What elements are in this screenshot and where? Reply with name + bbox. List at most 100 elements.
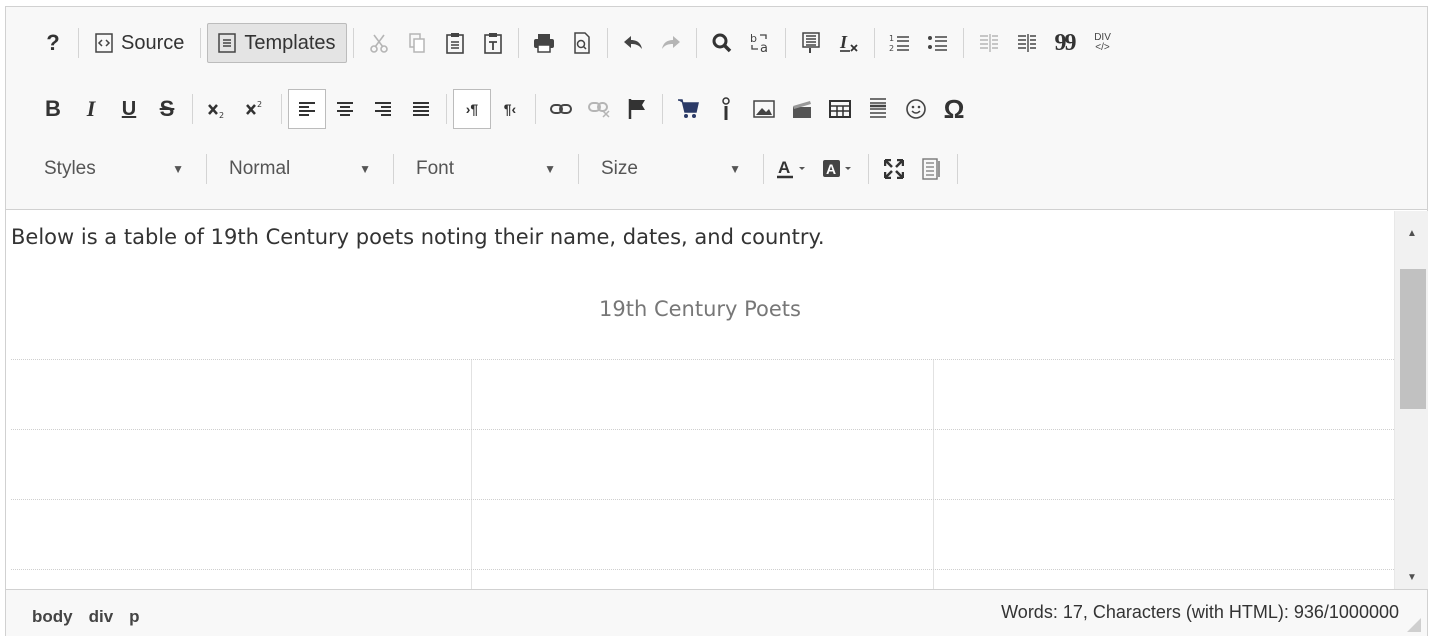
underline-button[interactable]: U xyxy=(110,89,148,129)
styles-dropdown[interactable]: Styles ▼ xyxy=(28,149,200,189)
separator xyxy=(662,94,663,124)
unlink-button[interactable] xyxy=(580,89,618,129)
separator xyxy=(78,28,79,58)
chevron-down-icon: ▼ xyxy=(172,162,184,176)
table-cell[interactable] xyxy=(472,570,934,589)
find-button[interactable] xyxy=(703,23,741,63)
paste-icon xyxy=(445,32,465,54)
outdent-button[interactable] xyxy=(970,23,1008,63)
text-direction-ltr-button[interactable]: ›¶ xyxy=(453,89,491,129)
table-cell[interactable] xyxy=(472,430,934,499)
templates-button[interactable]: Templates xyxy=(207,23,347,63)
table-cell[interactable] xyxy=(11,570,473,589)
table-cell[interactable] xyxy=(11,360,473,429)
replace-button[interactable]: ba xyxy=(741,23,779,63)
numbered-list-button[interactable]: 12 xyxy=(881,23,919,63)
format-dropdown[interactable]: Normal ▼ xyxy=(213,149,387,189)
video-button[interactable] xyxy=(783,89,821,129)
create-div-button[interactable]: DIV </> xyxy=(1084,23,1122,63)
separator xyxy=(873,28,875,58)
italic-button[interactable]: I xyxy=(72,89,110,129)
chevron-down-icon: ▼ xyxy=(729,162,741,176)
bulleted-list-button[interactable] xyxy=(919,23,957,63)
paste-text-icon xyxy=(483,32,503,54)
select-all-button[interactable] xyxy=(792,23,830,63)
toolbar-row-3: Styles ▼ Normal ▼ Font ▼ Size ▼ A A xyxy=(28,149,964,189)
maximize-icon xyxy=(884,159,904,179)
info-button[interactable] xyxy=(707,89,745,129)
toolbar-row-2: B I U S 2 2 ›¶ ¶‹ Ω xyxy=(34,89,973,129)
background-color-icon: A xyxy=(822,158,856,180)
background-color-button[interactable]: A xyxy=(816,149,862,189)
scrollbar-thumb[interactable] xyxy=(1400,269,1426,409)
indent-button[interactable] xyxy=(1008,23,1046,63)
bold-button[interactable]: B xyxy=(34,89,72,129)
path-item-body[interactable]: body xyxy=(32,607,73,627)
table-cell[interactable] xyxy=(934,430,1394,499)
remove-format-button[interactable]: I xyxy=(830,23,868,63)
separator xyxy=(962,28,964,58)
smiley-button[interactable] xyxy=(897,89,935,129)
font-dropdown[interactable]: Font ▼ xyxy=(400,149,572,189)
scroll-down-arrow[interactable]: ▼ xyxy=(1395,565,1429,589)
table-cell[interactable] xyxy=(934,570,1394,589)
cut-button[interactable] xyxy=(360,23,398,63)
source-button[interactable]: Source xyxy=(85,23,194,63)
copy-icon xyxy=(407,32,427,54)
search-icon xyxy=(711,32,733,54)
table-cell[interactable] xyxy=(472,360,934,429)
separator xyxy=(763,154,764,184)
path-item-p[interactable]: p xyxy=(129,607,139,627)
separator xyxy=(578,154,579,184)
table-cell[interactable] xyxy=(934,360,1394,429)
justify-icon xyxy=(412,100,430,118)
size-dropdown[interactable]: Size ▼ xyxy=(585,149,757,189)
scroll-up-arrow[interactable]: ▲ xyxy=(1395,221,1429,245)
text-direction-rtl-button[interactable]: ¶‹ xyxy=(491,89,529,129)
link-button[interactable] xyxy=(542,89,580,129)
svg-text:b: b xyxy=(750,32,757,45)
blockquote-button[interactable]: 99 xyxy=(1046,23,1084,63)
table-button[interactable] xyxy=(821,89,859,129)
align-center-button[interactable] xyxy=(326,89,364,129)
maximize-button[interactable] xyxy=(875,149,913,189)
justify-button[interactable] xyxy=(402,89,440,129)
table-caption[interactable]: 19th Century Poets xyxy=(6,297,1394,321)
editor-content[interactable]: Below is a table of 19th Century poets n… xyxy=(6,211,1394,589)
table-cell[interactable] xyxy=(934,500,1394,569)
superscript-button[interactable]: 2 xyxy=(237,89,275,129)
strikethrough-button[interactable]: S xyxy=(148,89,186,129)
svg-text:2: 2 xyxy=(257,100,262,109)
redo-button[interactable] xyxy=(652,23,690,63)
image-button[interactable] xyxy=(745,89,783,129)
undo-button[interactable] xyxy=(614,23,652,63)
chevron-down-icon: ▼ xyxy=(544,162,556,176)
select-all-icon xyxy=(801,32,821,54)
align-right-button[interactable] xyxy=(364,89,402,129)
align-left-icon xyxy=(298,100,316,118)
info-icon xyxy=(719,97,733,121)
source-label: Source xyxy=(121,31,185,54)
paste-text-button[interactable] xyxy=(474,23,512,63)
paste-button[interactable] xyxy=(436,23,474,63)
table-cell[interactable] xyxy=(11,430,473,499)
intro-paragraph[interactable]: Below is a table of 19th Century poets n… xyxy=(11,225,825,249)
path-item-div[interactable]: div xyxy=(89,607,114,627)
product-button[interactable] xyxy=(669,89,707,129)
subscript-button[interactable]: 2 xyxy=(199,89,237,129)
anchor-button[interactable] xyxy=(618,89,656,129)
print-button[interactable] xyxy=(525,23,563,63)
resize-handle[interactable] xyxy=(1407,618,1421,632)
show-blocks-button[interactable] xyxy=(913,149,951,189)
poets-table[interactable] xyxy=(11,359,1394,589)
special-char-button[interactable]: Ω xyxy=(935,89,973,129)
help-button[interactable]: ? xyxy=(34,23,72,63)
vertical-scrollbar[interactable]: ▲ ▼ xyxy=(1394,211,1428,589)
copy-button[interactable] xyxy=(398,23,436,63)
text-color-button[interactable]: A xyxy=(770,149,816,189)
table-cell[interactable] xyxy=(11,500,473,569)
horizontal-rule-button[interactable] xyxy=(859,89,897,129)
table-cell[interactable] xyxy=(472,500,934,569)
preview-button[interactable] xyxy=(563,23,601,63)
align-left-button[interactable] xyxy=(288,89,326,129)
